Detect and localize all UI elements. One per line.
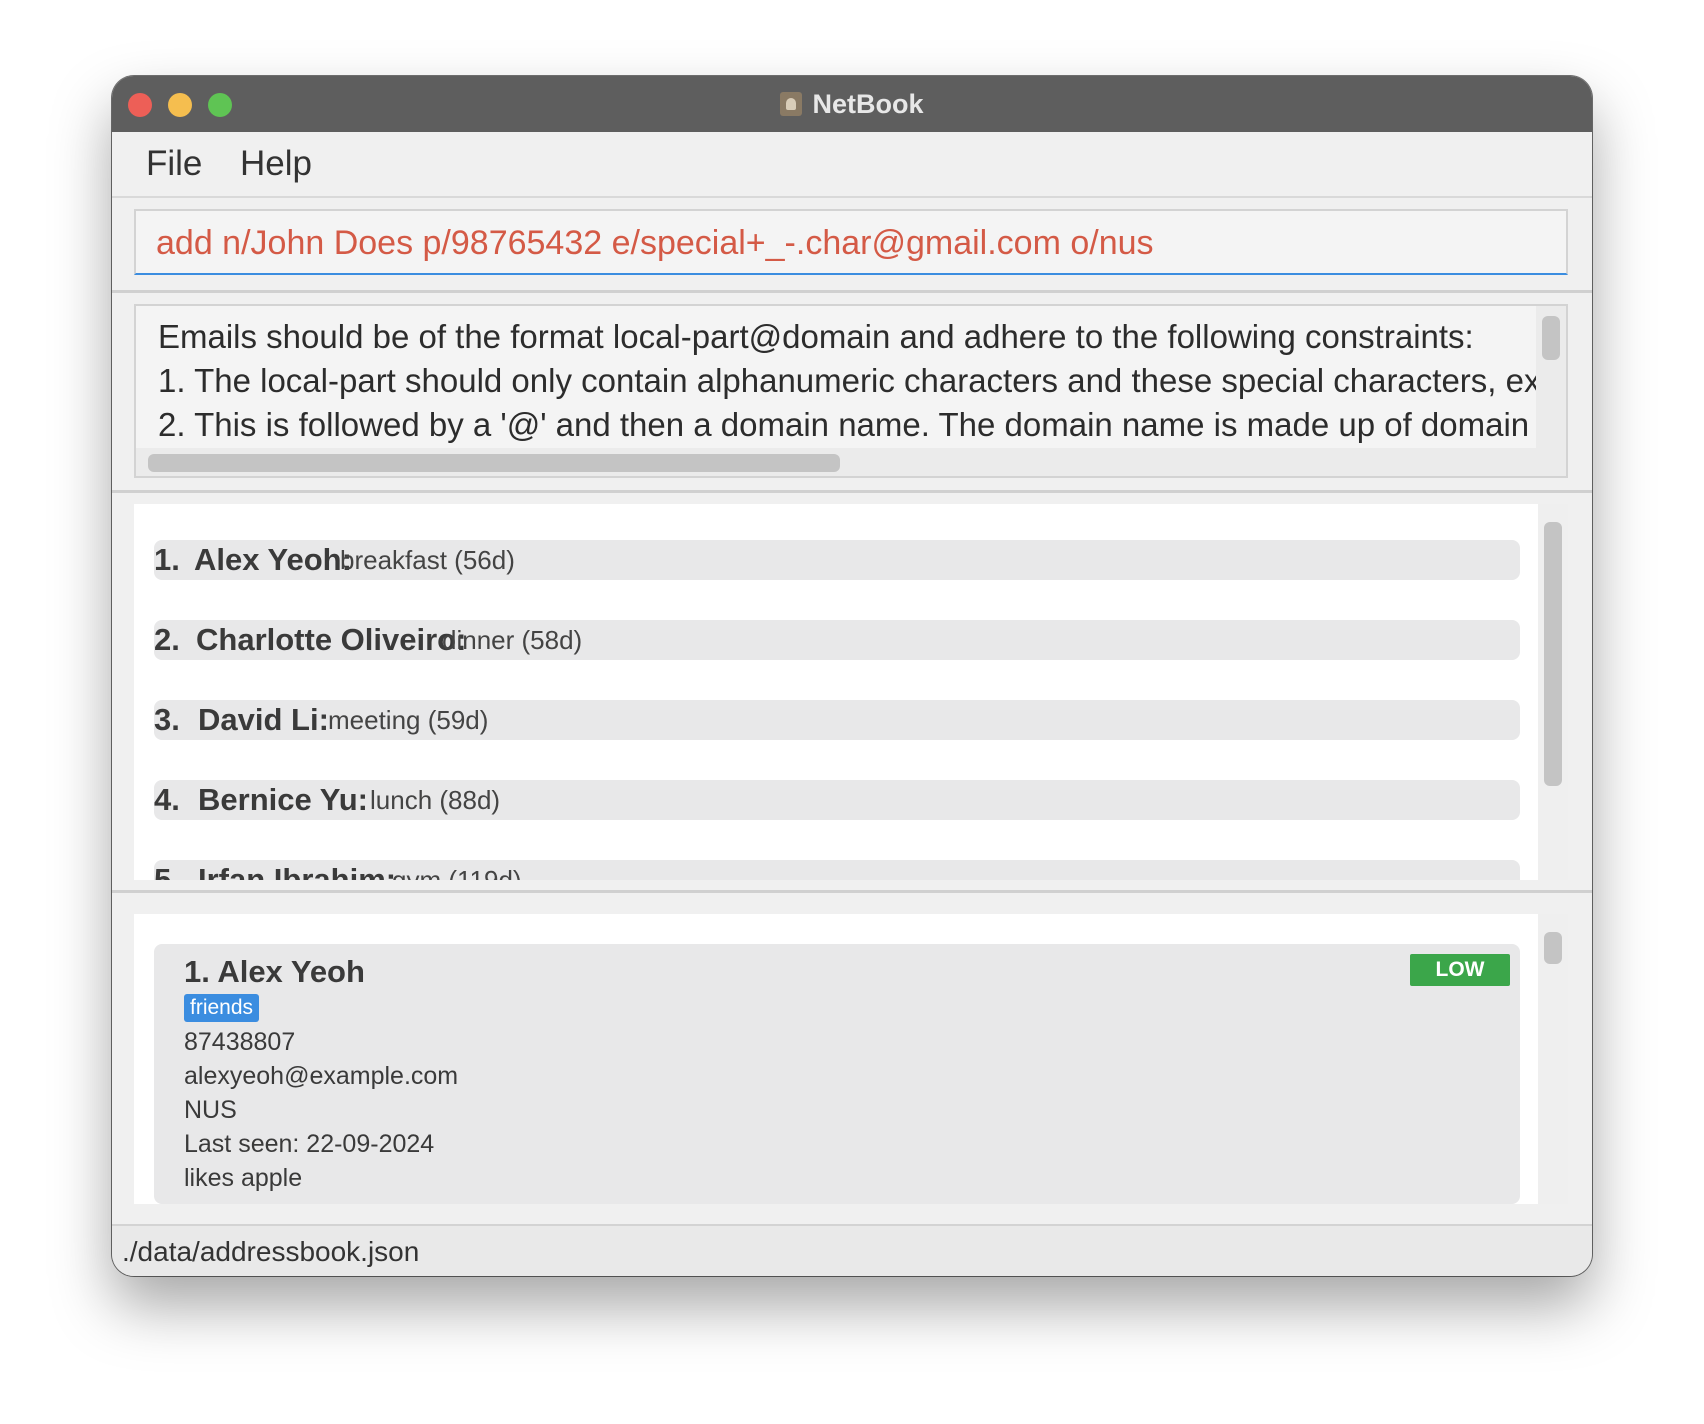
- command-input[interactable]: add n/John Does p/98765432 e/special+_-.…: [134, 209, 1568, 275]
- list-item-name: David Li:: [198, 702, 329, 737]
- list-item-index: 3.: [154, 702, 180, 737]
- contact-card[interactable]: 1. Alex Yeoh friends 87438807 alexyeoh@e…: [154, 944, 1520, 1204]
- window-title: NetBook: [812, 88, 924, 119]
- list-item-name: Alex Yeoh:: [194, 542, 352, 577]
- list-item-name: Bernice Yu:: [198, 782, 369, 817]
- menu-bar: File Help: [112, 132, 1592, 198]
- list-item[interactable]: 4. Bernice Yu: lunch (88d): [154, 780, 1520, 820]
- divider: [112, 890, 1592, 893]
- list-item-index: 4.: [154, 782, 180, 817]
- result-vertical-scroll-thumb[interactable]: [1542, 316, 1560, 360]
- list-item-name: Charlotte Oliveiro:: [196, 622, 467, 657]
- contact-email: alexyeoh@example.com: [184, 1062, 459, 1090]
- divider: [112, 290, 1592, 293]
- priority-badge: LOW: [1410, 954, 1510, 986]
- list-item[interactable]: 2. Charlotte Oliveiro: dinner (58d): [154, 620, 1520, 660]
- contact-organisation: NUS: [184, 1096, 237, 1124]
- list-item-activity: lunch (88d): [370, 785, 501, 815]
- contact-phone: 87438807: [184, 1028, 296, 1056]
- result-display[interactable]: Emails should be of the format local-par…: [134, 304, 1568, 478]
- list-item-activity: gym (119d): [392, 865, 522, 880]
- result-line: Emails should be of the format local-par…: [158, 318, 1474, 355]
- list-item-name: Irfan Ibrahim:: [198, 862, 397, 880]
- list-vertical-scroll-thumb[interactable]: [1544, 522, 1562, 786]
- divider: [112, 490, 1592, 493]
- detail-vertical-scrollbar[interactable]: [1538, 914, 1568, 1204]
- list-vertical-scrollbar[interactable]: [1538, 504, 1568, 880]
- title-bar: NetBook: [112, 76, 1592, 133]
- result-line: 2. This is followed by a '@' and then a …: [158, 406, 1568, 443]
- list-item-activity: dinner (58d): [442, 625, 583, 655]
- contact-detail-panel: 1. Alex Yeoh friends 87438807 alexyeoh@e…: [134, 914, 1568, 1204]
- list-item-activity: breakfast (56d): [340, 545, 515, 575]
- status-bar: ./data/addressbook.json: [112, 1224, 1592, 1276]
- list-item-activity: meeting (59d): [328, 705, 489, 735]
- list-item-index: 2.: [154, 622, 180, 657]
- contact-last-seen: Last seen: 22-09-2024: [184, 1130, 435, 1158]
- menu-help[interactable]: Help: [240, 144, 312, 184]
- data-file-path: ./data/addressbook.json: [122, 1236, 420, 1267]
- result-vertical-scrollbar[interactable]: [1536, 306, 1566, 476]
- command-input-text: add n/John Does p/98765432 e/special+_-.…: [156, 224, 1154, 262]
- list-item-index: 1.: [154, 542, 180, 577]
- result-horizontal-scroll-thumb[interactable]: [148, 454, 840, 472]
- detail-vertical-scroll-thumb[interactable]: [1544, 932, 1562, 964]
- contact-tag: friends: [184, 994, 260, 1022]
- result-line: 1. The local-part should only contain al…: [158, 362, 1565, 399]
- contact-book-icon: [780, 92, 803, 116]
- contact-note: likes apple: [184, 1164, 303, 1192]
- list-item[interactable]: 5. Irfan Ibrahim: gym (119d): [154, 860, 1520, 880]
- contact-list-panel: 1. Alex Yeoh: breakfast (56d) 2. Charlot…: [134, 504, 1568, 880]
- menu-file[interactable]: File: [146, 144, 202, 184]
- result-horizontal-scrollbar[interactable]: [136, 448, 1536, 476]
- app-window: NetBook File Help add n/John Does p/9876…: [112, 76, 1592, 1276]
- list-item-index: 5.: [154, 862, 180, 880]
- list-item[interactable]: 3. David Li: meeting (59d): [154, 700, 1520, 740]
- contact-name: 1. Alex Yeoh: [184, 954, 365, 989]
- list-item[interactable]: 1. Alex Yeoh: breakfast (56d): [154, 540, 1520, 580]
